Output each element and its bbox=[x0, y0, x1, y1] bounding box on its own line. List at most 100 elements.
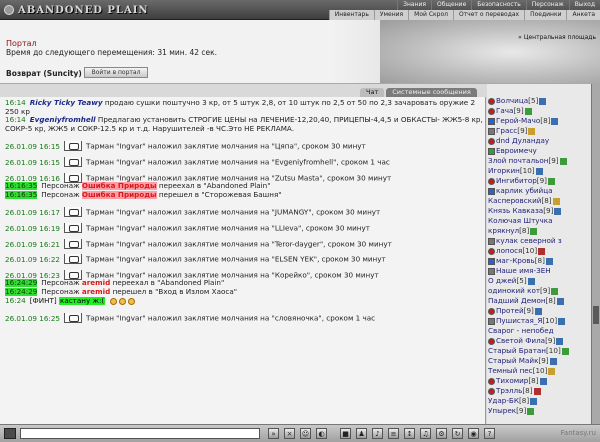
player-item[interactable]: dnd Дуландау bbox=[488, 136, 592, 146]
player-name[interactable]: Ингибитор bbox=[496, 176, 537, 186]
player-item[interactable]: О джей [5] bbox=[488, 276, 592, 286]
player-item[interactable]: маг-Кровь [8] bbox=[488, 256, 592, 266]
player-item[interactable]: Тихомир [8] bbox=[488, 376, 592, 386]
player-item[interactable]: лопося [10] bbox=[488, 246, 592, 256]
send-icon[interactable]: » bbox=[268, 428, 279, 439]
player-name[interactable]: Грасс bbox=[496, 126, 517, 136]
document-icon[interactable]: ≡ bbox=[388, 428, 399, 439]
person-icon[interactable]: ♟ bbox=[356, 428, 367, 439]
chat-nick[interactable]: Ошибка Природы bbox=[81, 191, 157, 199]
player-name[interactable]: Гача bbox=[496, 106, 513, 116]
player-name[interactable]: О джей bbox=[488, 276, 516, 286]
chat-nick[interactable]: Ricky Ticky Teawy bbox=[30, 99, 103, 107]
player-name[interactable]: Герой-Мачо bbox=[496, 116, 540, 126]
player-item[interactable]: Старый Братан [10] bbox=[488, 346, 592, 356]
player-item[interactable]: Волчица [5] bbox=[488, 96, 592, 106]
player-item[interactable]: Колючая Штучка bbox=[488, 216, 592, 226]
player-name[interactable]: лопося bbox=[496, 246, 522, 256]
player-item[interactable]: Наше имя-ЗЕН bbox=[488, 266, 592, 276]
player-name[interactable]: Пушистая_Я bbox=[496, 316, 542, 326]
tab-chat[interactable]: Чат bbox=[360, 88, 385, 97]
menu-communication[interactable]: Общение bbox=[430, 0, 471, 10]
player-item[interactable]: Герой-Мачо [8] bbox=[488, 116, 592, 126]
player-name[interactable]: Падший Демон bbox=[488, 296, 546, 306]
player-list-scrollbar[interactable] bbox=[591, 84, 600, 424]
player-item[interactable]: Игоркин [10] bbox=[488, 166, 592, 176]
player-name[interactable]: Старый Братан bbox=[488, 346, 546, 356]
eye-icon[interactable]: ◉ bbox=[468, 428, 479, 439]
menu-exit[interactable]: Выход bbox=[568, 0, 600, 10]
player-item[interactable]: Грасс [9] bbox=[488, 126, 592, 136]
chat-nick[interactable]: Ошибка Природы bbox=[81, 182, 157, 190]
player-name[interactable]: dnd Дуландау bbox=[496, 136, 549, 146]
player-item[interactable]: Светой Фила [9] bbox=[488, 336, 592, 346]
chat-nick[interactable]: aremid bbox=[82, 279, 110, 287]
player-name[interactable]: Тихомир bbox=[496, 376, 528, 386]
player-name[interactable]: Сварог - непобед bbox=[488, 326, 554, 336]
player-name[interactable]: одинокий кот bbox=[488, 286, 540, 296]
player-item[interactable]: Сварог - непобед bbox=[488, 326, 592, 336]
player-name[interactable]: Игоркин bbox=[488, 166, 520, 176]
place-label[interactable]: Центральная площадь bbox=[518, 34, 596, 41]
player-name[interactable]: Упырек bbox=[488, 406, 516, 416]
player-name[interactable]: Старый Майк bbox=[488, 356, 538, 366]
lock-icon[interactable]: ■ bbox=[340, 428, 351, 439]
chat-nick[interactable]: кастану ж:( bbox=[58, 297, 106, 305]
player-item[interactable]: Евроимечу bbox=[488, 146, 592, 156]
smiles-icon[interactable]: ☺ bbox=[300, 428, 311, 439]
player-name[interactable]: Протей bbox=[496, 306, 524, 316]
player-item[interactable]: Князь Кавказа [9] bbox=[488, 206, 592, 216]
enter-portal-button[interactable]: Войти в портал bbox=[84, 67, 148, 78]
chat-input[interactable] bbox=[20, 428, 260, 439]
player-item[interactable]: Гача [9] bbox=[488, 106, 592, 116]
menu-security[interactable]: Безопасность bbox=[471, 0, 526, 10]
scrollbar-thumb[interactable] bbox=[593, 306, 599, 324]
player-name[interactable]: Наше имя-ЗЕН bbox=[496, 266, 551, 276]
player-name[interactable]: Светой Фила bbox=[496, 336, 545, 346]
menu-skills[interactable]: Умения bbox=[373, 10, 409, 20]
player-item[interactable]: Удар-БК [8] bbox=[488, 396, 592, 406]
player-name[interactable]: крякнул bbox=[488, 226, 519, 236]
player-name[interactable]: Темный пес bbox=[488, 366, 533, 376]
menu-inventory[interactable]: Инвентарь bbox=[328, 10, 374, 20]
chat-mode-icon[interactable] bbox=[4, 428, 16, 439]
player-item[interactable]: крякнул [8] bbox=[488, 226, 592, 236]
menu-knowledge[interactable]: Знания bbox=[397, 0, 431, 10]
refresh-icon[interactable]: ↻ bbox=[452, 428, 463, 439]
player-item[interactable]: Старый Майк [9] bbox=[488, 356, 592, 366]
player-item[interactable]: Падший Демон [8] bbox=[488, 296, 592, 306]
player-item[interactable]: Касперовский [8] bbox=[488, 196, 592, 206]
player-name[interactable]: Злой почтальон bbox=[488, 156, 548, 166]
clear-icon[interactable]: × bbox=[284, 428, 295, 439]
player-item[interactable]: Ингибитор [9] bbox=[488, 176, 592, 186]
player-name[interactable]: карлик убийца bbox=[496, 186, 553, 196]
player-item[interactable]: Злой почтальон [9] bbox=[488, 156, 592, 166]
player-item[interactable]: Темный пес [10] bbox=[488, 366, 592, 376]
filter-icon[interactable]: ◐ bbox=[316, 428, 327, 439]
player-name[interactable]: Евроимечу bbox=[496, 146, 537, 156]
chat-nick[interactable]: aremid bbox=[82, 288, 110, 296]
menu-my-scroll[interactable]: Мой Скрол bbox=[408, 10, 453, 20]
tab-system-messages[interactable]: Системные сообщения bbox=[386, 88, 477, 97]
note-icon[interactable]: ♪ bbox=[372, 428, 383, 439]
player-item[interactable]: карлик убийца bbox=[488, 186, 592, 196]
player-item[interactable]: Упырек [9] bbox=[488, 406, 592, 416]
menu-transfer-report[interactable]: Отчет о переводах bbox=[452, 10, 525, 20]
player-name[interactable]: Трэлль bbox=[496, 386, 522, 396]
help-icon[interactable]: ? bbox=[484, 428, 495, 439]
player-item[interactable]: одинокий кот [9] bbox=[488, 286, 592, 296]
menu-duels[interactable]: Поединки bbox=[524, 10, 567, 20]
player-item[interactable]: Пушистая_Я [10] bbox=[488, 316, 592, 326]
player-name[interactable]: Колючая Штучка bbox=[488, 216, 553, 226]
scroll-icon[interactable]: ↕ bbox=[404, 428, 415, 439]
menu-character[interactable]: Персонаж bbox=[525, 0, 569, 10]
sound-icon[interactable]: ♫ bbox=[420, 428, 431, 439]
menu-profile[interactable]: Анкета bbox=[566, 10, 600, 20]
player-item[interactable]: Протей [9] bbox=[488, 306, 592, 316]
player-name[interactable]: Удар-БК bbox=[488, 396, 519, 406]
player-name[interactable]: Князь Кавказа bbox=[488, 206, 543, 216]
player-item[interactable]: кулак северной з bbox=[488, 236, 592, 246]
player-name[interactable]: Волчица bbox=[496, 96, 528, 106]
settings-icon[interactable]: ⚙ bbox=[436, 428, 447, 439]
player-name[interactable]: кулак северной з bbox=[496, 236, 562, 246]
